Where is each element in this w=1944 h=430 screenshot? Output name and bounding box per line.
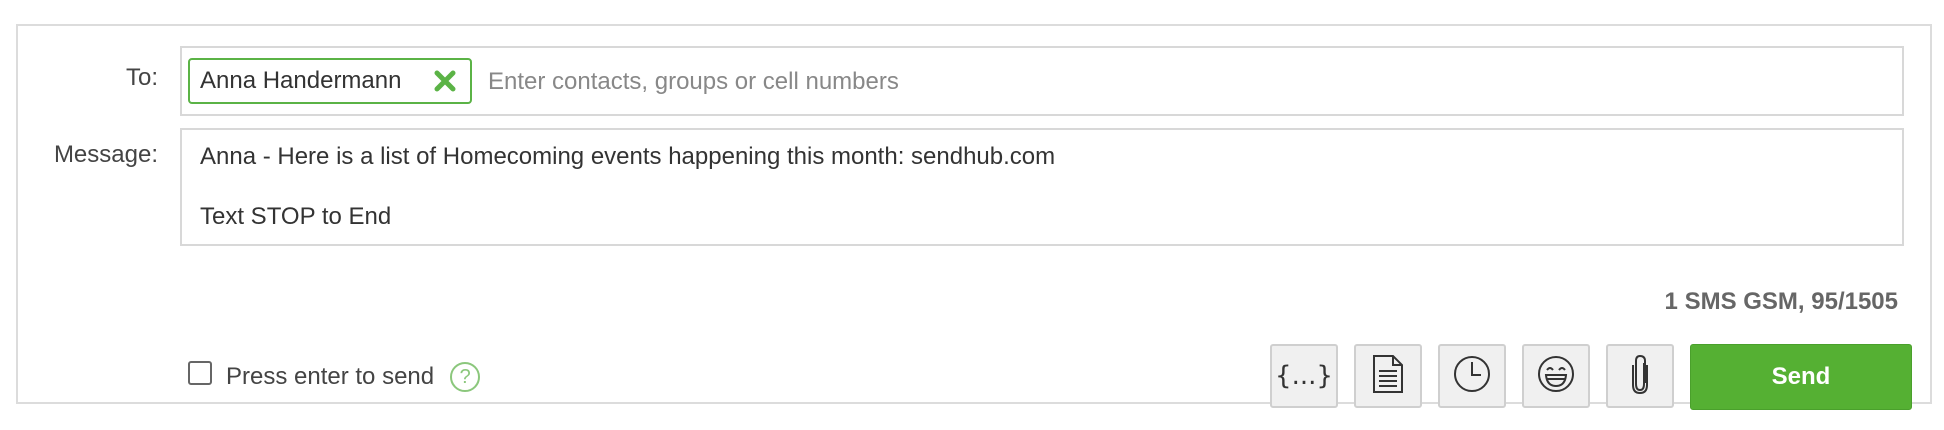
emoji-button[interactable] (1522, 344, 1590, 408)
recipient-chip[interactable]: Anna Handermann (188, 58, 472, 104)
message-label: Message: (53, 141, 158, 168)
template-icon: {...} (1275, 361, 1333, 391)
message-line: Text STOP to End (200, 203, 392, 230)
compose-panel: To: Anna Handermann Message: Anna - Here… (16, 24, 1932, 410)
send-button[interactable]: Send (1690, 344, 1912, 410)
enter-to-send-label: Press enter to send (226, 363, 435, 390)
message-line: Anna - Here is a list of Homecoming even… (200, 143, 1056, 170)
recipient-chip-label: Anna Handermann (200, 67, 402, 94)
recipients-input[interactable] (488, 62, 1868, 102)
x-icon[interactable] (432, 68, 458, 94)
document-button[interactable] (1354, 344, 1422, 408)
paperclip-icon (1628, 353, 1652, 400)
emoji-icon (1536, 354, 1576, 399)
to-label: To: (125, 64, 158, 91)
document-icon (1371, 354, 1405, 399)
schedule-button[interactable] (1438, 344, 1506, 408)
sms-counter: 1 SMS GSM, 95/1505 (1664, 288, 1898, 315)
message-textarea[interactable]: Anna - Here is a list of Homecoming even… (180, 128, 1904, 246)
help-icon[interactable]: ? (450, 362, 481, 392)
enter-to-send-option: Press enter to send ? (188, 361, 481, 392)
attach-button[interactable] (1606, 344, 1674, 408)
clock-icon (1452, 354, 1492, 399)
insert-template-button[interactable]: {...} (1270, 344, 1338, 408)
enter-to-send-checkbox[interactable] (188, 361, 212, 385)
help-icon-glyph: ? (459, 365, 471, 388)
recipients-field[interactable]: Anna Handermann (180, 46, 1904, 116)
